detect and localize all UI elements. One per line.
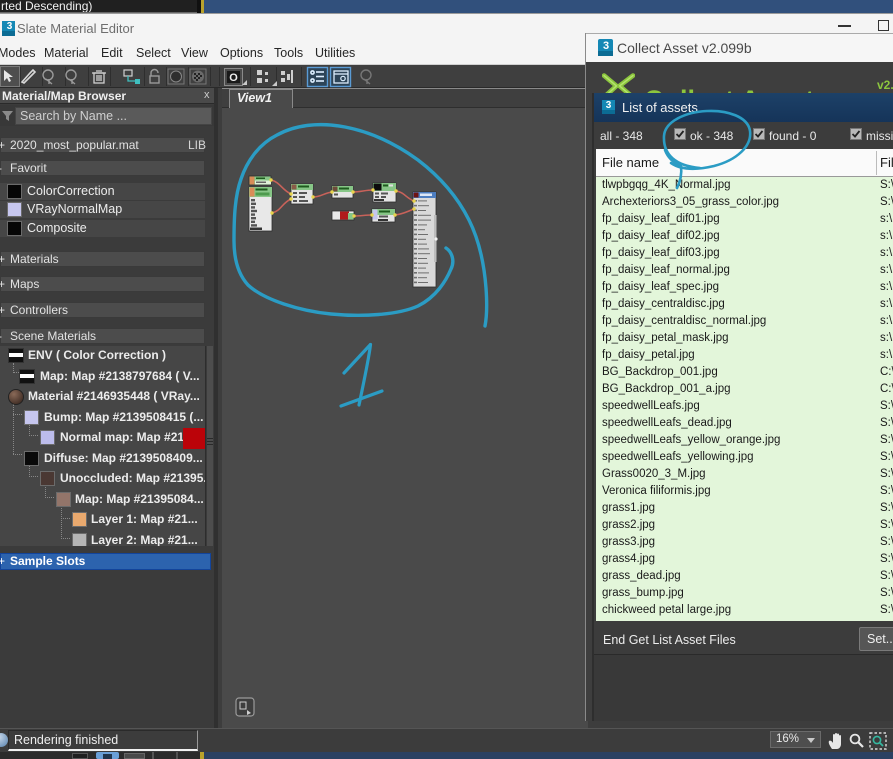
svg-text:O: O [229,72,238,84]
